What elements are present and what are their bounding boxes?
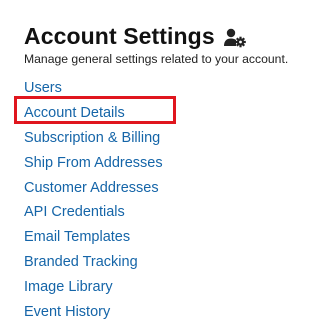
nav-link-subscription-billing[interactable]: Subscription & Billing xyxy=(24,129,160,147)
nav-link-email-templates[interactable]: Email Templates xyxy=(24,228,130,246)
nav-item-api-credentials: API Credentials xyxy=(24,200,163,225)
nav-link-ship-from-addresses[interactable]: Ship From Addresses xyxy=(24,154,163,172)
page-title: Account Settings xyxy=(24,23,215,49)
settings-nav-list: Users Account Details Subscription & Bil… xyxy=(24,76,163,324)
nav-link-account-details[interactable]: Account Details xyxy=(24,104,125,122)
nav-item-ship-from-addresses: Ship From Addresses xyxy=(24,150,163,175)
nav-item-branded-tracking: Branded Tracking xyxy=(24,250,163,275)
nav-link-branded-tracking[interactable]: Branded Tracking xyxy=(24,253,138,271)
nav-link-image-library[interactable]: Image Library xyxy=(24,278,113,296)
account-settings-panel: Account Settings Manage general settings… xyxy=(0,0,333,330)
nav-item-image-library: Image Library xyxy=(24,274,163,299)
nav-link-api-credentials[interactable]: API Credentials xyxy=(24,203,125,221)
user-gear-icon xyxy=(223,28,246,48)
nav-item-customer-addresses: Customer Addresses xyxy=(24,175,163,200)
nav-item-event-history: Event History xyxy=(24,299,163,324)
nav-item-email-templates: Email Templates xyxy=(24,225,163,250)
nav-item-subscription-billing: Subscription & Billing xyxy=(24,126,163,151)
nav-link-users[interactable]: Users xyxy=(24,79,62,97)
page-subtitle: Manage general settings related to your … xyxy=(24,52,289,66)
nav-link-event-history[interactable]: Event History xyxy=(24,303,110,321)
title-row: Account Settings xyxy=(24,20,246,52)
nav-link-customer-addresses[interactable]: Customer Addresses xyxy=(24,179,159,197)
nav-item-users: Users xyxy=(24,76,163,101)
nav-item-account-details: Account Details xyxy=(24,101,163,126)
